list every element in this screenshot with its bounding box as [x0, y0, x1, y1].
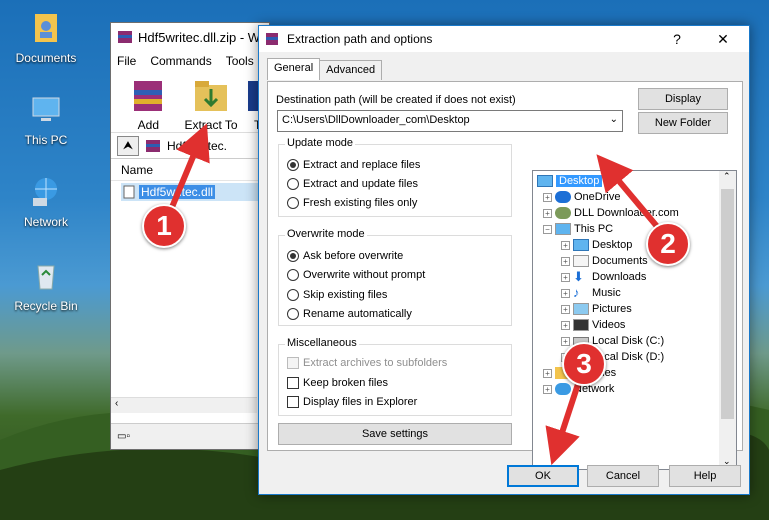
arrow-step2	[596, 154, 663, 232]
step-3-badge: 3	[562, 342, 606, 386]
step-1-badge: 1	[142, 204, 186, 248]
step-2-badge: 2	[646, 222, 690, 266]
arrow-step1	[167, 123, 210, 214]
arrow-step3	[545, 377, 583, 466]
